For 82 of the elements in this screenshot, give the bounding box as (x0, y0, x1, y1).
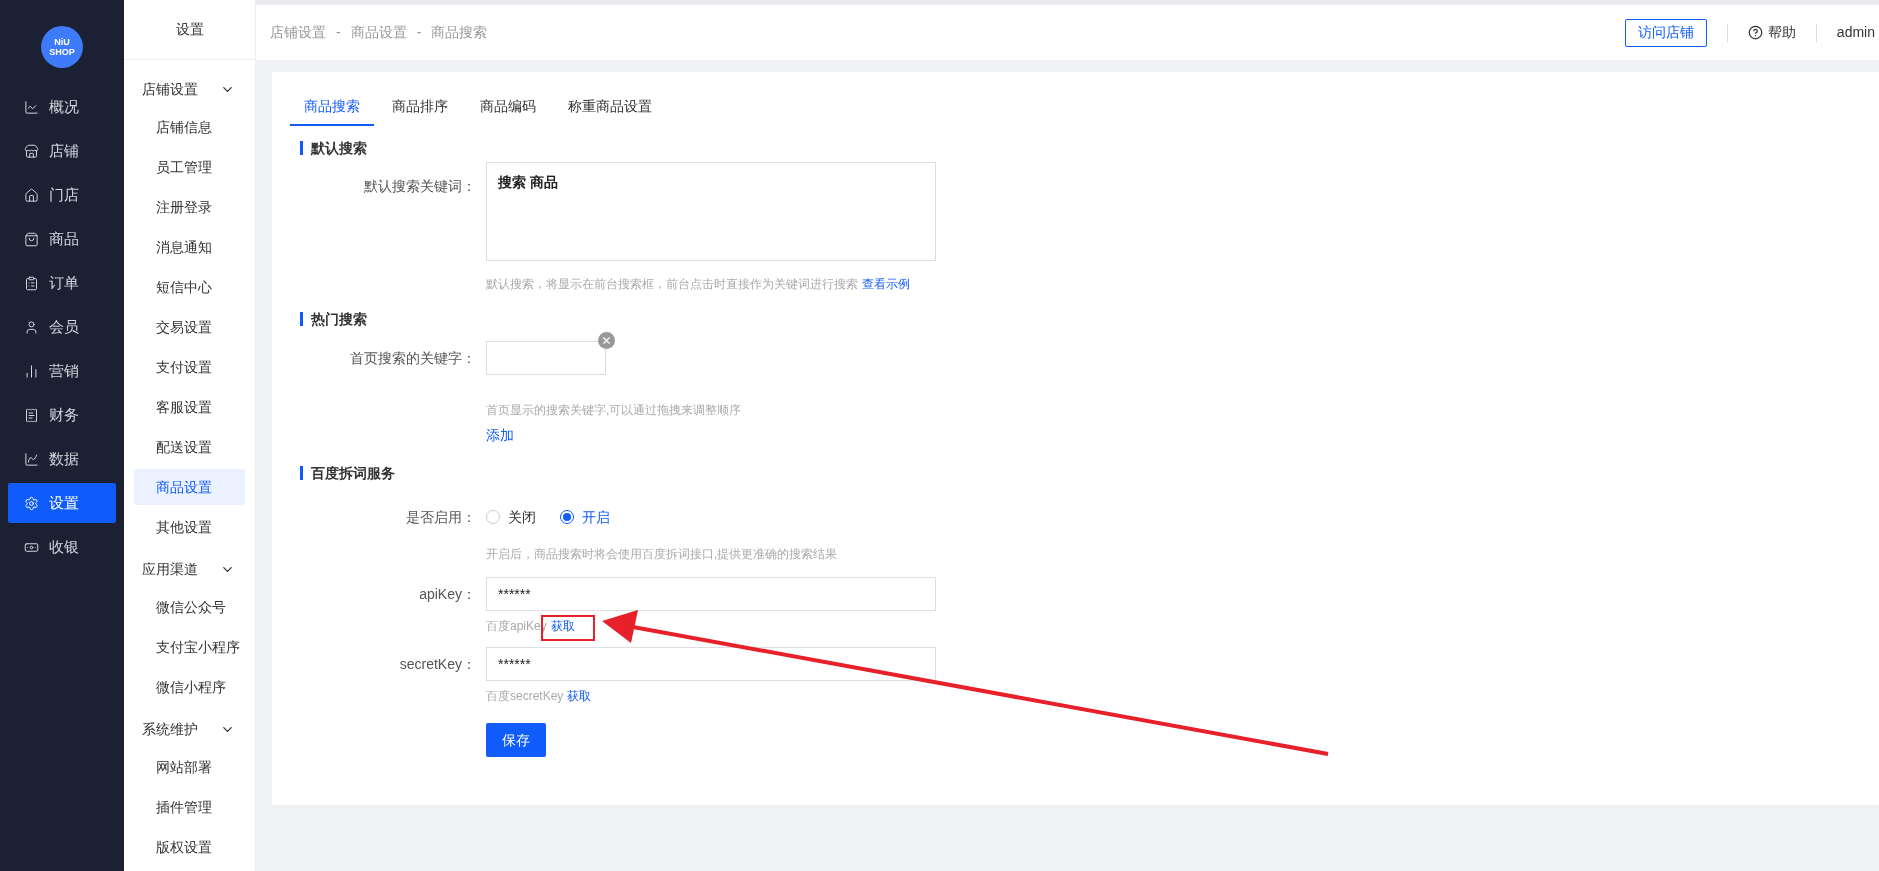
menu-item[interactable]: 插件管理 (134, 789, 245, 825)
form-label: 是否启用： (406, 509, 476, 525)
tab[interactable]: 商品排序 (378, 88, 462, 126)
keyword-input[interactable] (486, 341, 606, 375)
breadcrumb-separator: - (416, 23, 422, 42)
clipboard-icon (24, 275, 39, 291)
bag-icon (24, 231, 39, 247)
nav-item[interactable]: 概况 (8, 87, 116, 127)
store-icon (24, 143, 39, 159)
menu-group[interactable]: 应用渠道 (124, 549, 255, 589)
section-marker (300, 466, 303, 480)
radio-option[interactable]: 开启 (560, 506, 610, 528)
hint-text: 开启后，商品搜索时将会使用百度拆词接口,提供更准确的搜索结果 (486, 547, 838, 561)
sidebar-title: 设置 (175, 20, 204, 39)
get-key-link[interactable]: 获取 (550, 617, 575, 635)
keyword-textarea[interactable]: 搜索 商品 (486, 162, 936, 261)
menu-item[interactable]: 消息通知 (134, 229, 245, 265)
visit-store-button[interactable]: 访问店铺 (1624, 18, 1707, 47)
nav-item[interactable]: 营销 (8, 351, 116, 391)
nav-item[interactable]: 财务 (8, 395, 116, 435)
receipt-icon (24, 407, 39, 423)
menu-item[interactable]: 配送设置 (134, 429, 245, 465)
add-link[interactable]: 添加 (486, 427, 514, 443)
nav-item[interactable]: 门店 (8, 175, 116, 215)
menu-group[interactable]: 系统维护 (124, 709, 255, 749)
nav-item[interactable]: 会员 (8, 307, 116, 347)
remove-button[interactable] (598, 332, 615, 349)
nav-item[interactable]: 收银 (8, 527, 116, 567)
get-key-link[interactable]: 获取 (567, 687, 592, 705)
menu-item[interactable]: 交易设置 (134, 309, 245, 345)
chart-icon (24, 99, 39, 115)
key-input[interactable]: ****** (486, 577, 936, 611)
form-label: 默认搜索关键词： (364, 178, 476, 194)
bar-chart-icon (24, 363, 39, 379)
hint-text: 默认搜索，将显示在前台搜索框，前台点击时直接作为关键词进行搜索 (486, 276, 858, 293)
help-icon (1747, 25, 1763, 40)
menu-item[interactable]: 商品设置 (134, 469, 245, 505)
hint-text: 百度secretKey (486, 688, 564, 705)
menu-item[interactable]: 其他设置 (134, 509, 245, 545)
section-title: 默认搜索 (311, 138, 367, 158)
form-label: secretKey： (399, 656, 476, 672)
user-icon (24, 319, 39, 335)
section-marker (300, 141, 303, 155)
radio-option[interactable]: 关闭 (486, 506, 536, 528)
nav-item[interactable]: 设置 (8, 483, 116, 523)
house-icon (24, 187, 39, 203)
menu-item[interactable]: 店铺信息 (134, 109, 245, 145)
nav-item[interactable]: 商品 (8, 219, 116, 259)
menu-item[interactable]: 客服设置 (134, 389, 245, 425)
form-label: apiKey： (419, 586, 476, 602)
section-title: 热门搜索 (311, 309, 367, 329)
hint-text: 首页显示的搜索关键字,可以通过拖拽来调整顺序 (486, 403, 742, 417)
nav-item[interactable]: 数据 (8, 439, 116, 479)
nav-item[interactable]: 店铺 (8, 131, 116, 171)
section-title: 百度拆词服务 (311, 463, 395, 483)
menu-item[interactable]: 支付设置 (134, 349, 245, 385)
menu-item[interactable]: 版权设置 (134, 829, 245, 865)
menu-item[interactable]: 微信小程序 (134, 669, 245, 705)
section-marker (300, 312, 303, 326)
tab[interactable]: 称重商品设置 (554, 88, 666, 126)
breadcrumb-separator: - (336, 23, 341, 42)
settings-icon (24, 495, 39, 511)
tab[interactable]: 商品搜索 (290, 88, 374, 126)
key-input[interactable]: ****** (486, 647, 936, 681)
menu-group[interactable]: 店铺设置 (124, 69, 255, 109)
menu-item[interactable]: 短信中心 (134, 269, 245, 305)
menu-item[interactable]: 员工管理 (134, 149, 245, 185)
tab[interactable]: 商品编码 (466, 88, 550, 126)
example-link[interactable]: 查看示例 (862, 275, 910, 293)
menu-item[interactable]: 注册登录 (134, 189, 245, 225)
logo-text: SHOP (49, 47, 75, 57)
chart-icon (24, 451, 39, 467)
save-button[interactable]: 保存 (486, 723, 546, 757)
help-link[interactable]: 帮助 (1747, 22, 1796, 43)
nav-item[interactable]: 订单 (8, 263, 116, 303)
user-name[interactable]: admin (1836, 22, 1875, 43)
form-label: 首页搜索的关键字： (350, 350, 476, 366)
menu-item[interactable]: 网站部署 (134, 749, 245, 785)
close-icon (601, 335, 612, 346)
menu-item[interactable]: 支付宝小程序 (134, 629, 245, 665)
logo-text: NiU (54, 37, 70, 47)
menu-item[interactable]: 微信公众号 (134, 589, 245, 625)
